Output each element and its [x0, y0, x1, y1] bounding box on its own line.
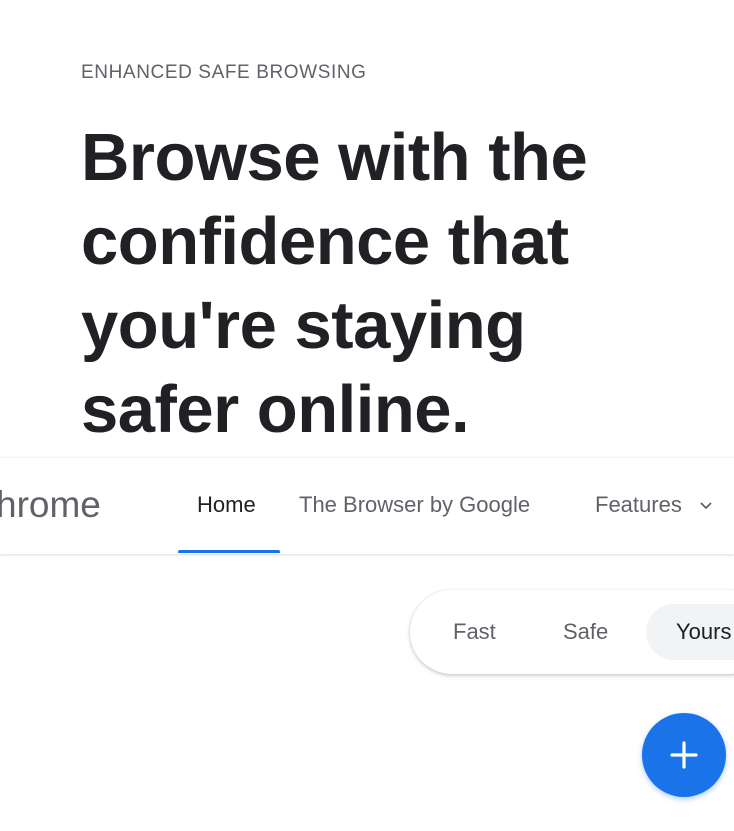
segment-fast[interactable]: Fast	[453, 604, 496, 660]
top-navbar: hrome Home The Browser by Google Feature…	[0, 458, 734, 554]
nav-item-label: Home	[197, 492, 256, 517]
feature-segmented-control: Fast Safe Yours	[410, 590, 734, 674]
segment-safe[interactable]: Safe	[563, 604, 608, 660]
expand-fab-button[interactable]	[642, 713, 726, 797]
headline-line: safer online.	[81, 372, 470, 447]
active-tab-indicator	[178, 550, 280, 553]
plus-icon	[670, 741, 698, 769]
nav-item-features[interactable]: Features	[595, 492, 712, 519]
hero-headline: Browse with the confidence that you're s…	[81, 116, 721, 452]
page: ENHANCED SAFE BROWSING Browse with the c…	[0, 0, 734, 831]
nav-item-label: Features	[595, 492, 682, 517]
brand-logo-text[interactable]: hrome	[0, 484, 101, 526]
segment-yours[interactable]: Yours	[646, 604, 734, 660]
headline-line: you're staying	[81, 288, 526, 363]
nav-item-label: The Browser by Google	[299, 492, 531, 517]
headline-line: Browse with the	[81, 120, 588, 195]
nav-item-home[interactable]: Home	[197, 492, 256, 518]
chevron-down-icon	[700, 490, 712, 516]
section-eyebrow: ENHANCED SAFE BROWSING	[81, 62, 367, 83]
headline-line: confidence that	[81, 204, 569, 279]
nav-item-the-browser-by-google[interactable]: The Browser by Google	[299, 492, 530, 518]
